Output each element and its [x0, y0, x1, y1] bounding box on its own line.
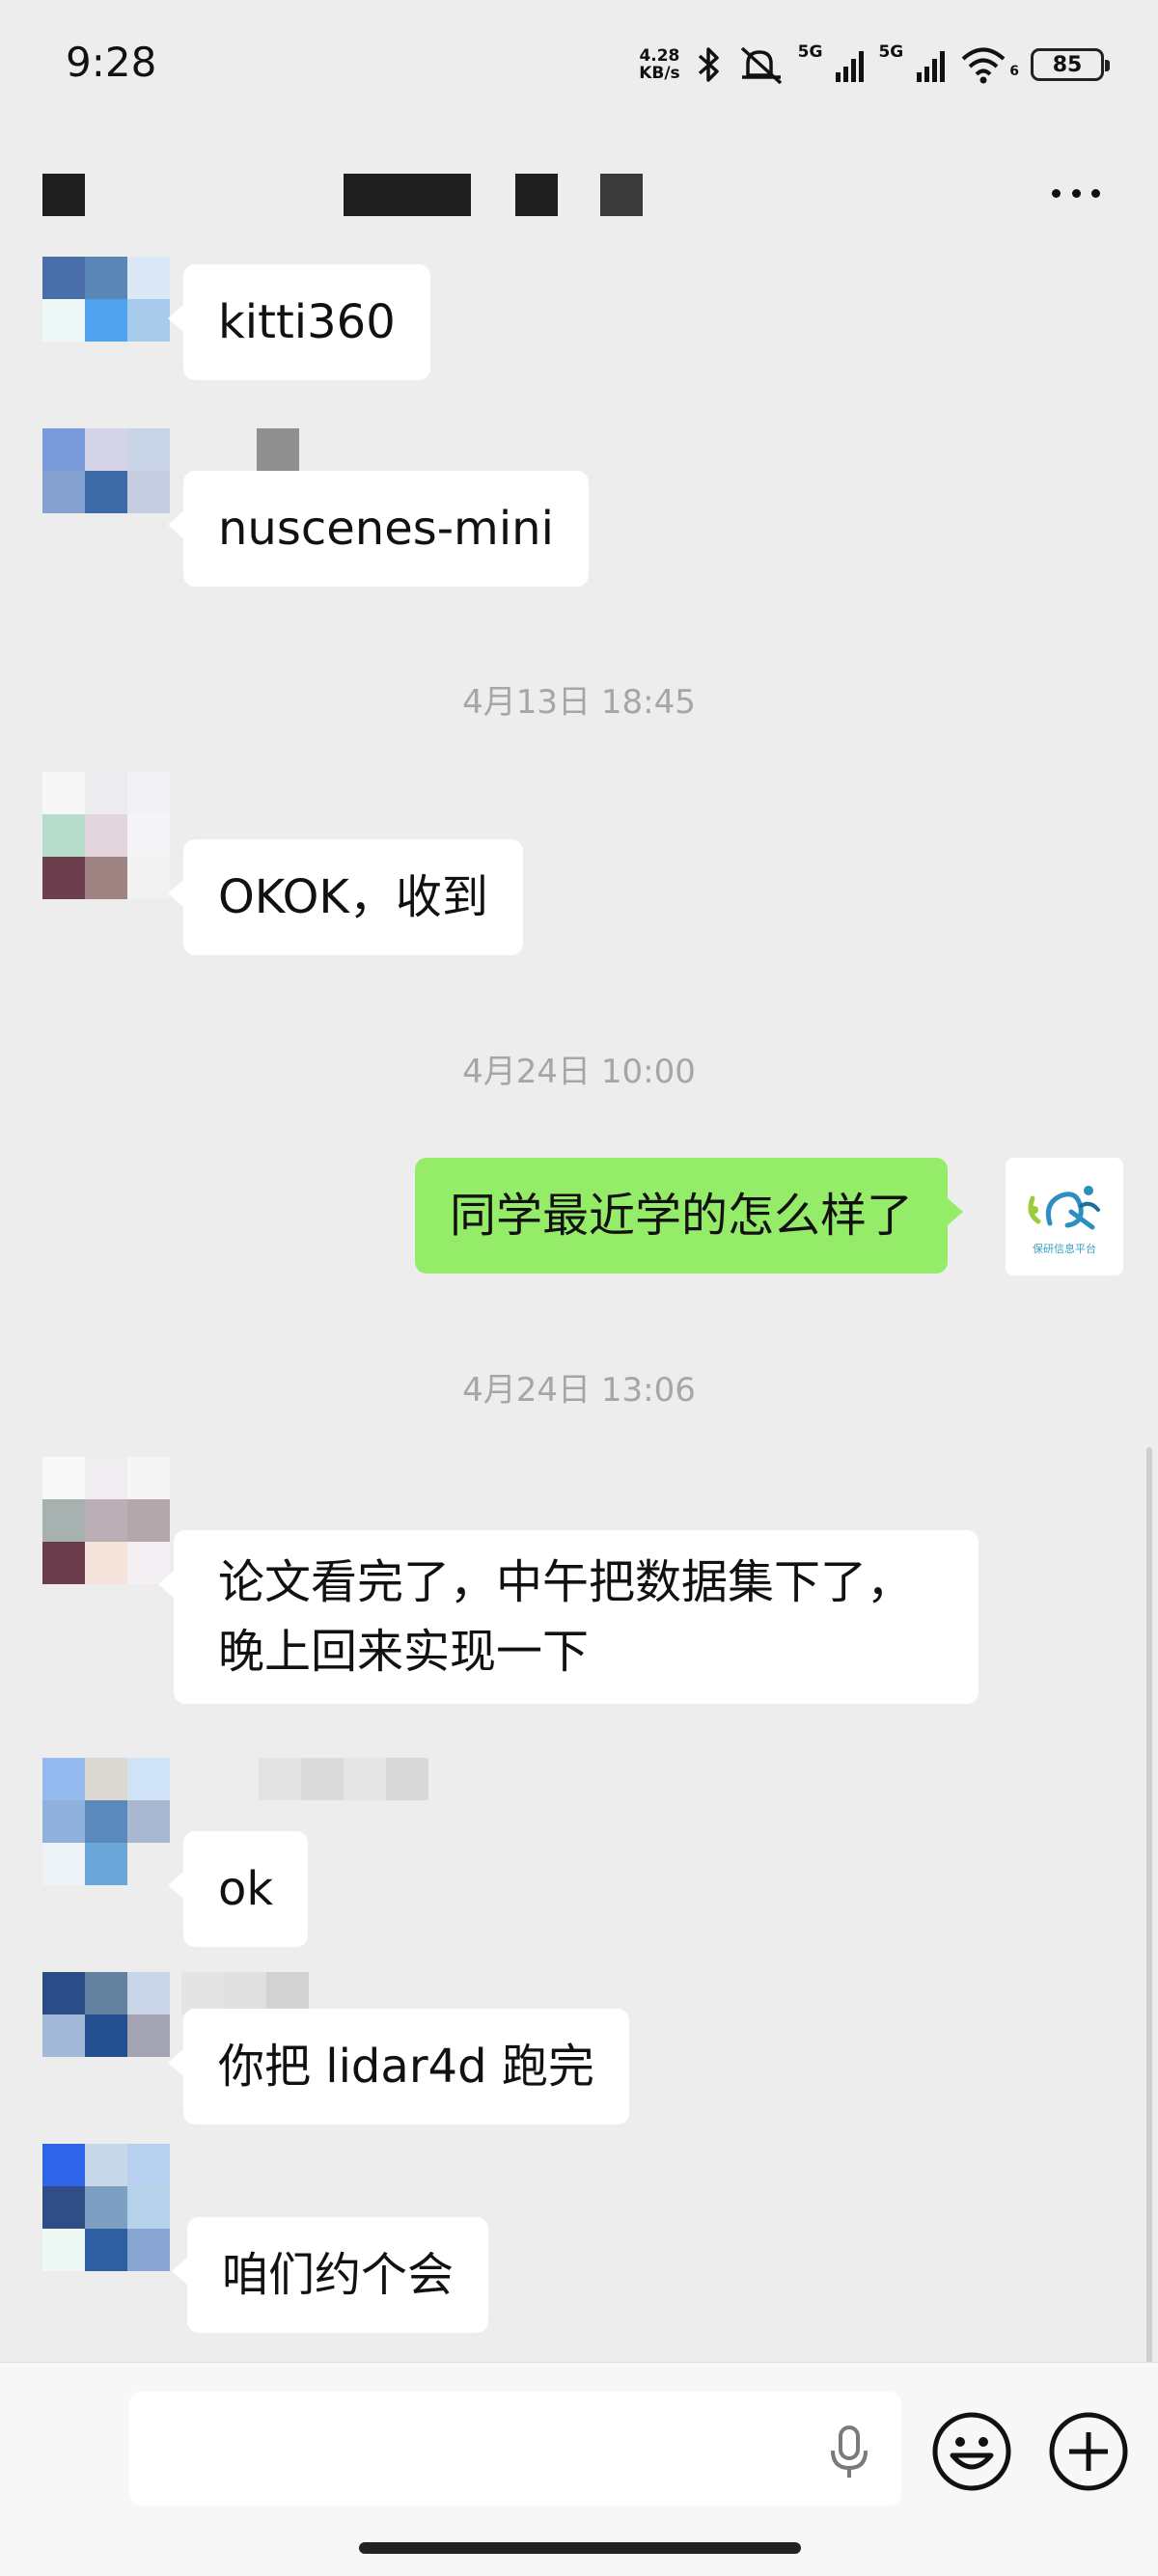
status-icons: 4.28 KB/s 5G 5G 6 85	[639, 41, 1110, 89]
back-button[interactable]	[42, 174, 85, 216]
timestamp: 4月13日 18:45	[462, 683, 696, 722]
redacted-title-block	[344, 174, 471, 216]
status-time: 9:28	[66, 39, 157, 86]
message-input[interactable]	[129, 2392, 901, 2506]
more-dots-icon	[1071, 188, 1081, 198]
contact-avatar[interactable]	[42, 772, 170, 899]
message-text-line: 晚上回来实现一下	[218, 1625, 590, 1679]
contact-avatar[interactable]	[42, 2144, 170, 2271]
platform-logo-icon	[1028, 1186, 1100, 1230]
network-speed: 4.28 KB/s	[639, 47, 679, 82]
more-options-button[interactable]	[1042, 164, 1110, 222]
input-bar	[0, 2362, 1158, 2576]
contact-avatar[interactable]	[42, 1972, 170, 2099]
contact-avatar[interactable]	[42, 1457, 170, 1584]
plus-icon[interactable]	[1048, 2411, 1129, 2492]
message-text: nuscenes-mini	[218, 502, 554, 556]
bluetooth-icon	[698, 47, 719, 82]
chat-screen: 9:28 4.28 KB/s 5G 5G 6 85 kitti360 nusce…	[0, 0, 1158, 2576]
battery-icon: 85	[1031, 48, 1110, 81]
message-text: OKOK，收到	[218, 870, 488, 924]
emoji-icon[interactable]	[931, 2411, 1012, 2492]
contact-avatar[interactable]	[42, 257, 170, 384]
network-2-label: 5G	[878, 42, 904, 62]
avatar-caption: 保研信息平台	[1033, 1243, 1096, 1255]
microphone-icon[interactable]	[825, 2424, 873, 2481]
network-1-label: 5G	[797, 42, 823, 62]
message-bubble[interactable]: ok	[167, 1831, 309, 1947]
message-bubble-self[interactable]: 同学最近学的怎么样了	[415, 1158, 964, 1274]
message-text: 你把 lidar4d 跑完	[218, 2040, 594, 2094]
message-text: 咱们约个会	[222, 2248, 455, 2302]
wifi-icon	[961, 47, 1006, 84]
message-bubble[interactable]: 论文看完了，中午把数据集下了， 晚上回来实现一下	[158, 1530, 979, 1704]
sender-name	[257, 428, 299, 471]
self-avatar[interactable]: 保研信息平台	[1006, 1158, 1123, 1275]
more-dots-icon	[1091, 188, 1100, 198]
mute-icon	[740, 46, 782, 85]
chat-header	[0, 135, 1158, 251]
message-text: kitti360	[218, 295, 396, 349]
message-bubble[interactable]: 你把 lidar4d 跑完	[168, 2009, 629, 2124]
home-indicator[interactable]	[359, 2542, 801, 2554]
message-bubble[interactable]: OKOK，收到	[168, 839, 523, 955]
status-bar: 9:28 4.28 KB/s 5G 5G 6 85	[0, 0, 1158, 135]
redacted-title-block	[515, 174, 558, 216]
sender-name	[259, 1758, 428, 1800]
battery-level: 85	[1052, 52, 1083, 77]
timestamp: 4月24日 13:06	[462, 1371, 696, 1410]
signal-icon	[917, 51, 946, 82]
signal-icon	[836, 51, 865, 82]
network-speed-unit: KB/s	[639, 64, 680, 83]
network-speed-value: 4.28	[639, 46, 680, 66]
message-bubble[interactable]: 咱们约个会	[171, 2217, 489, 2333]
message-bubble[interactable]: kitti360	[168, 264, 430, 380]
contact-avatar[interactable]	[42, 428, 170, 556]
scroll-indicator[interactable]	[1146, 1447, 1152, 2364]
wifi-sub-label: 6	[1009, 64, 1019, 79]
message-text-line: 论文看完了，中午把数据集下了，	[218, 1555, 914, 1609]
message-text: 同学最近学的怎么样了	[450, 1189, 914, 1243]
contact-avatar[interactable]	[42, 1758, 170, 1885]
message-bubble[interactable]: nuscenes-mini	[168, 471, 589, 587]
message-text: ok	[218, 1862, 274, 1916]
redacted-title-block	[600, 174, 643, 216]
timestamp: 4月24日 10:00	[462, 1053, 696, 1091]
more-dots-icon	[1052, 188, 1061, 198]
